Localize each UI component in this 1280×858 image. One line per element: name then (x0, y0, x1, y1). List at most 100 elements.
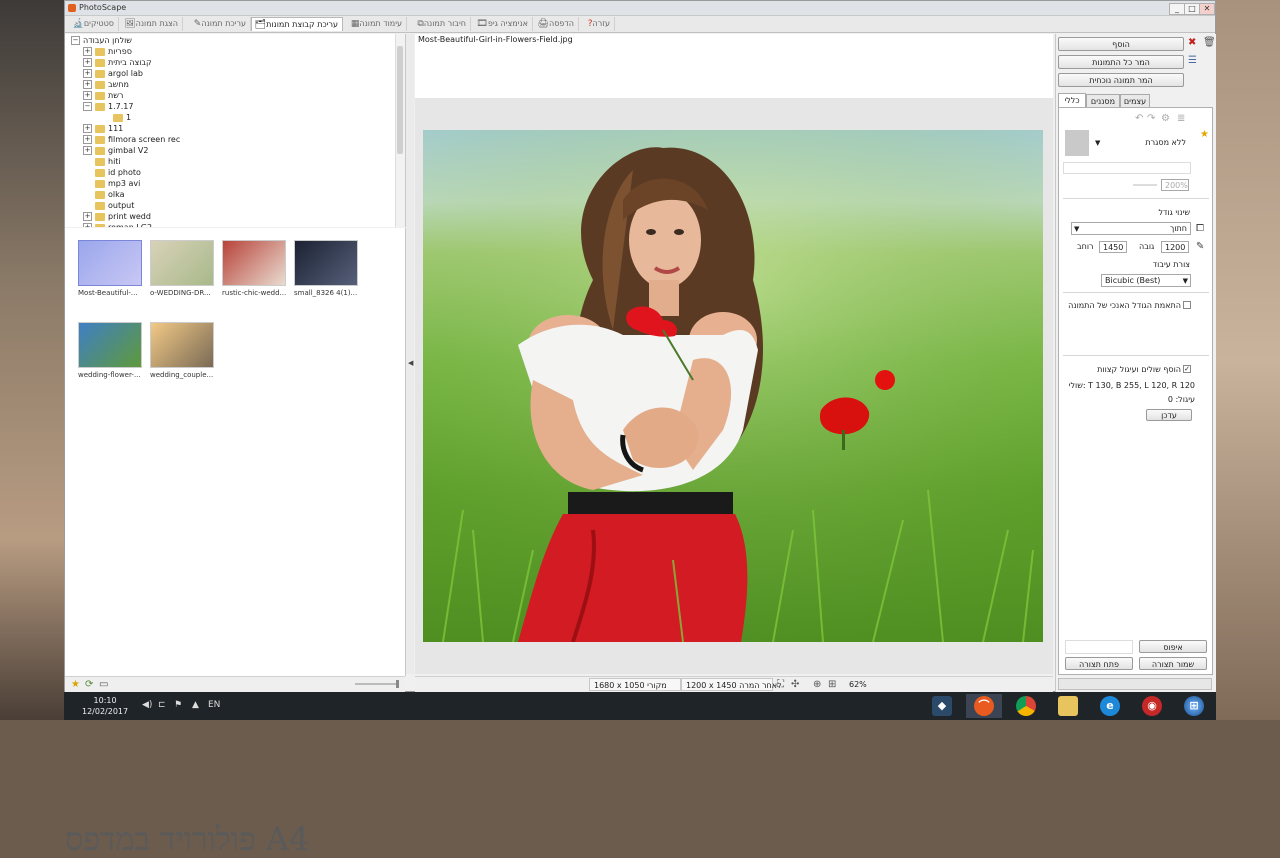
tab-help[interactable]: עזרה? (579, 17, 615, 31)
save-config-button[interactable]: שמור תצורה (1139, 657, 1207, 670)
tree-item[interactable]: hiti (83, 156, 121, 167)
tree-item[interactable]: +111 (83, 123, 123, 134)
tab-edit-photo[interactable]: עריכת תמונה✎ (183, 17, 251, 31)
edit-margins-button[interactable]: עדכן (1146, 409, 1192, 421)
expand-icon[interactable]: + (83, 69, 92, 78)
reset-button[interactable]: איפוס (1139, 640, 1207, 653)
fit-icon[interactable]: ⛶ (777, 679, 784, 690)
tree-item[interactable]: + קבוצה ביתית (83, 57, 152, 68)
chevron-left-icon[interactable]: ◀ (408, 359, 413, 367)
tab-page-layout[interactable]: עימוד תמונה▦ (343, 17, 407, 31)
clock[interactable]: 10:10 12/02/2017 (82, 695, 128, 717)
tab-view-photo[interactable]: הצגת תמונה🖼 (119, 17, 183, 31)
expand-icon[interactable]: + (83, 223, 92, 227)
expand-icon[interactable]: + (83, 47, 92, 56)
taskbar-app-ie[interactable]: e (1092, 694, 1128, 718)
tree-item[interactable]: + רשת (83, 90, 123, 101)
thumbnail-item[interactable]: Most-Beautiful-... (78, 240, 142, 297)
tray-expand-icon[interactable]: ▲ (192, 700, 199, 710)
thumbnail-item[interactable]: wedding-flower-... (78, 322, 142, 379)
fit-checkbox[interactable] (1183, 301, 1191, 309)
expand-icon[interactable]: + (83, 91, 92, 100)
undo-icon[interactable]: ↶ (1135, 114, 1143, 124)
star-icon[interactable]: ★ (71, 679, 80, 690)
scrollbar-thumb[interactable] (397, 46, 403, 154)
expand-icon[interactable]: + (83, 124, 92, 133)
thumbnail-size-slider[interactable] (355, 680, 399, 688)
fullscreen-icon[interactable]: ✣ (791, 679, 799, 690)
expand-icon[interactable]: + (83, 146, 92, 155)
maximize-button[interactable]: □ (1184, 3, 1200, 15)
tree-item[interactable]: − 1.7.17 (83, 101, 133, 112)
taskbar-app-photoscape[interactable]: ⌒ (966, 694, 1002, 718)
tree-item[interactable]: + print wedd (83, 211, 151, 222)
expand-icon[interactable]: + (83, 212, 92, 221)
tab-general[interactable]: כללי (1058, 93, 1086, 107)
tree-scrollbar[interactable] (395, 34, 405, 227)
flag-icon[interactable]: ⚑ (174, 700, 182, 710)
collapse-icon[interactable]: − (83, 102, 92, 111)
panel-splitter[interactable]: ◀ (406, 34, 414, 674)
tree-item[interactable]: + argol lab (83, 68, 143, 79)
list-icon[interactable]: ☰ (1188, 56, 1197, 66)
network-icon[interactable]: ⊏ (158, 700, 166, 710)
thumbnail-item[interactable]: wedding_couple... (150, 322, 214, 379)
margins-checkbox[interactable]: ✓ (1183, 365, 1191, 373)
tree-item[interactable]: + filmora screen rec (83, 134, 180, 145)
tree-item[interactable]: + ספריות (83, 46, 132, 57)
frame-select[interactable]: ללא מסגרת ▼ (1093, 137, 1189, 150)
remove-icon[interactable]: ✖ (1188, 38, 1196, 48)
refresh-icon[interactable]: ⟳ (85, 679, 93, 690)
lock-ratio-icon[interactable]: ⧠ (1196, 224, 1204, 234)
tab-combine[interactable]: חיבור תמונה⧉ (407, 17, 471, 31)
tab-print[interactable]: הדפסה🖨 (533, 17, 579, 31)
resample-method-select[interactable]: Bicubic (Best) ▼ (1101, 274, 1191, 287)
thumbnail-item[interactable]: o-WEDDING-DR... (150, 240, 214, 297)
frame-slider-track[interactable] (1063, 162, 1191, 174)
folder-icon[interactable]: ▭ (99, 679, 108, 690)
zoom-icon[interactable]: ⊕ (813, 679, 821, 690)
redo-icon[interactable]: ↷ (1147, 114, 1155, 124)
tree-root[interactable]: − שולחן העבודה (71, 35, 132, 46)
tree-item[interactable]: + מחשב (83, 79, 129, 90)
tab-batch-edit[interactable]: עריכת קבוצת תמונות🗂 (251, 17, 343, 31)
tab-objects[interactable]: עצמים (1120, 94, 1150, 107)
resize-mode-select[interactable]: חתוך ▼ (1071, 222, 1191, 235)
thumbnail-item[interactable]: small_8326 4(1)... (294, 240, 358, 297)
taskbar-app-explorer[interactable] (1050, 694, 1086, 718)
tab-animated-gif[interactable]: אנימציה גיפ🎞 (471, 17, 533, 31)
tree-item[interactable]: + roman LG2 (83, 222, 152, 227)
start-button[interactable]: ⊞ (1176, 694, 1212, 718)
tree-item[interactable]: + gimbal V2 (83, 145, 148, 156)
close-button[interactable]: ✕ (1199, 3, 1215, 15)
volume-icon[interactable]: ◀) (142, 700, 152, 710)
settings-list-icon[interactable]: ≣ (1177, 114, 1185, 124)
thumbnail-item[interactable]: rustic-chic-wedd... (222, 240, 286, 297)
tab-statistics[interactable]: סטטיקים🔬 (65, 17, 119, 31)
tab-filters[interactable]: מסננים (1086, 94, 1120, 107)
language-indicator[interactable]: EN (208, 700, 220, 710)
expand-icon[interactable]: + (83, 58, 92, 67)
tree-item[interactable]: olka (83, 189, 125, 200)
tree-item[interactable]: output (83, 200, 134, 211)
taskbar-app-5[interactable]: ◉ (1134, 694, 1170, 718)
taskbar-app-chrome[interactable] (1008, 694, 1044, 718)
actual-size-icon[interactable]: ⊞ (828, 679, 836, 690)
pen-icon[interactable]: ✎ (1196, 242, 1204, 252)
expand-icon[interactable]: + (83, 135, 92, 144)
height-field[interactable]: 1200 (1161, 241, 1189, 253)
convert-current-button[interactable]: המר תמונה נוכחית (1058, 73, 1184, 87)
tree-item[interactable]: mp3 avi (83, 178, 140, 189)
width-field[interactable]: 1450 (1099, 241, 1127, 253)
open-config-button[interactable]: פתח תצורה (1065, 657, 1133, 670)
minimize-button[interactable]: _ (1169, 3, 1185, 15)
collapse-icon[interactable]: − (71, 36, 80, 45)
tools-icon[interactable]: ⚙ (1161, 114, 1170, 124)
add-button[interactable]: הוסף (1058, 37, 1184, 51)
tree-item[interactable]: 1 (101, 112, 131, 123)
slider-knob[interactable] (396, 680, 399, 688)
taskbar-app-1[interactable]: ◆ (924, 694, 960, 718)
trash-icon[interactable]: 🗑 (1203, 38, 1216, 48)
star-icon[interactable]: ★ (1200, 130, 1209, 140)
frame-percent-slider[interactable] (1133, 184, 1157, 186)
